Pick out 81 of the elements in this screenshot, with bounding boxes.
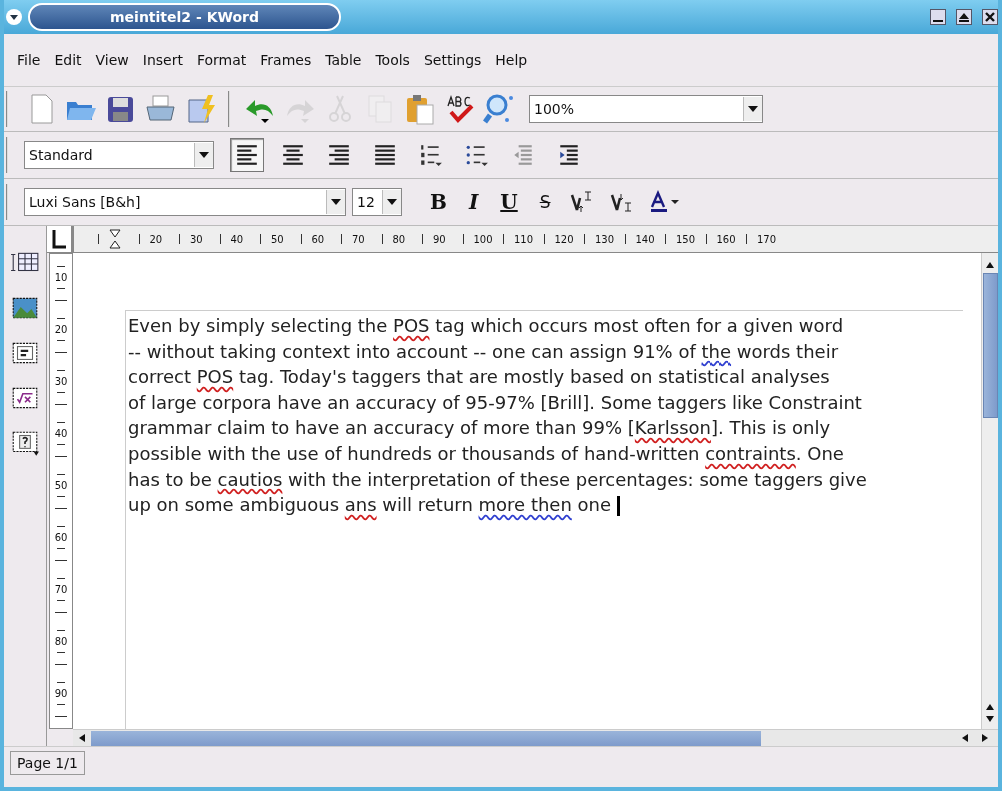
ruler-number: 10 bbox=[54, 272, 68, 283]
indent-marker-icon[interactable] bbox=[109, 229, 121, 249]
menu-item[interactable]: Table bbox=[318, 52, 369, 68]
menu-item[interactable]: Insert bbox=[135, 52, 190, 68]
ruler-number: 70 bbox=[54, 584, 68, 595]
ruler-number: 30 bbox=[54, 376, 68, 387]
ruler-number: 130 bbox=[595, 233, 615, 245]
scroll-left-arrow-icon[interactable] bbox=[77, 733, 87, 743]
document-text-line: of large corpora have an accuracy of 95-97% [Brill]. Some taggers like Constraint bbox=[128, 390, 863, 415]
bold-button[interactable]: B bbox=[422, 190, 455, 214]
ruler-number: 150 bbox=[676, 233, 696, 245]
scroll-right-arrow-icon[interactable] bbox=[980, 733, 990, 743]
menu-item[interactable]: Settings bbox=[416, 52, 489, 68]
ruler-number: 50 bbox=[54, 480, 68, 491]
vertical-ruler[interactable]: 10 20 30 40 50 60 70 80 90 bbox=[49, 253, 73, 729]
menu-item[interactable]: Format bbox=[189, 52, 254, 68]
text-cursor bbox=[617, 496, 621, 517]
document-text-line: up on some ambiguous ans will return more then one bbox=[128, 492, 963, 518]
document-text-line: has to be cautios with the interpretation of these percentages: some taggers give bbox=[128, 467, 868, 492]
minimize-icon[interactable] bbox=[930, 9, 946, 25]
menu-item[interactable]: Frames bbox=[253, 52, 319, 68]
ruler-number: 80 bbox=[54, 636, 68, 647]
indent-icon[interactable] bbox=[557, 143, 581, 167]
ruler-number: 90 bbox=[54, 688, 68, 699]
scroll-down-arrow-icon[interactable] bbox=[985, 715, 995, 723]
scroll-up-arrow-icon[interactable] bbox=[985, 261, 995, 269]
dropdown-arrow-icon bbox=[331, 199, 341, 205]
ruler-number: 160 bbox=[716, 233, 736, 245]
align-left-icon[interactable] bbox=[235, 143, 259, 167]
ruler-number: 60 bbox=[54, 532, 68, 543]
ruler-number: 30 bbox=[190, 233, 203, 245]
tab-stop-icon[interactable] bbox=[47, 226, 72, 252]
justify-icon[interactable] bbox=[373, 143, 397, 167]
align-center-icon[interactable] bbox=[281, 143, 305, 167]
menu-item[interactable]: Tools bbox=[368, 52, 417, 68]
document-text-line: grammar claim to have an accuracy of more than 99% [Karlsson]. This is only bbox=[128, 416, 832, 441]
strikethrough-button[interactable]: S bbox=[531, 192, 559, 212]
document-text-line: possible with the use of hundreds or thousands of hand-written contraints. One bbox=[128, 441, 845, 466]
zoom-dropdown[interactable]: 100% bbox=[529, 95, 763, 123]
ruler-number: 20 bbox=[54, 324, 68, 335]
scroll-up-arrow-icon[interactable] bbox=[985, 703, 995, 711]
ruler-number: 20 bbox=[149, 233, 163, 245]
ruler-number: 100 bbox=[473, 233, 493, 245]
ruler-number: 170 bbox=[757, 233, 777, 245]
page-indicator: Page 1/1 bbox=[10, 751, 85, 775]
window-title: meintitel2 - KWord bbox=[28, 3, 341, 31]
align-right-icon[interactable] bbox=[327, 143, 351, 167]
menu-item[interactable]: Edit bbox=[47, 52, 89, 68]
dropdown-arrow-icon bbox=[387, 199, 397, 205]
document-text-line: Even by simply selecting the POS tag which occurs most often for a given word bbox=[128, 314, 845, 338]
scroll-left-arrow-icon[interactable] bbox=[960, 733, 970, 743]
document-text-line: correct POS tag. Today's taggers that are mostly based on statistical analyses bbox=[128, 365, 831, 390]
ruler-number: 90 bbox=[433, 233, 446, 245]
ruler-number: 40 bbox=[54, 428, 68, 439]
close-icon[interactable] bbox=[982, 9, 998, 25]
bullet-list-icon[interactable] bbox=[465, 143, 489, 167]
dropdown-arrow-icon bbox=[748, 106, 758, 112]
font-dropdown[interactable]: Luxi Sans [B&h] bbox=[24, 188, 346, 216]
italic-button[interactable]: I bbox=[460, 190, 487, 214]
ruler-number: 120 bbox=[554, 233, 574, 245]
ruler-number: 70 bbox=[352, 233, 365, 245]
dropdown-arrow-icon bbox=[199, 152, 209, 158]
ruler-number: 140 bbox=[635, 233, 655, 245]
numbered-list-icon[interactable] bbox=[419, 143, 443, 167]
menu-item[interactable]: View bbox=[88, 52, 136, 68]
underline-button[interactable]: U bbox=[492, 190, 526, 214]
menu-item[interactable]: Help bbox=[488, 52, 535, 68]
ruler-number: 80 bbox=[392, 233, 406, 245]
horizontal-scrollbar[interactable] bbox=[73, 729, 998, 746]
font-size-dropdown[interactable]: 12 bbox=[352, 188, 402, 216]
document-text-line: -- without taking context into account -- one can assign 91% of the words their bbox=[128, 339, 840, 364]
ruler-number: 110 bbox=[514, 233, 534, 245]
vertical-scrollbar[interactable] bbox=[981, 253, 998, 729]
ruler-number: 40 bbox=[230, 233, 244, 245]
window-menu-icon[interactable] bbox=[6, 9, 22, 25]
horizontal-ruler[interactable]: 20 30 40 50 60 70 80 90 100 110 120 130 140 150 160 170 bbox=[72, 226, 998, 252]
menu-item[interactable]: File bbox=[10, 52, 48, 68]
maximize-icon[interactable] bbox=[956, 9, 972, 25]
ruler-number: 50 bbox=[271, 233, 284, 245]
style-dropdown[interactable]: Standard bbox=[24, 141, 214, 169]
ruler-number: 60 bbox=[311, 233, 325, 245]
